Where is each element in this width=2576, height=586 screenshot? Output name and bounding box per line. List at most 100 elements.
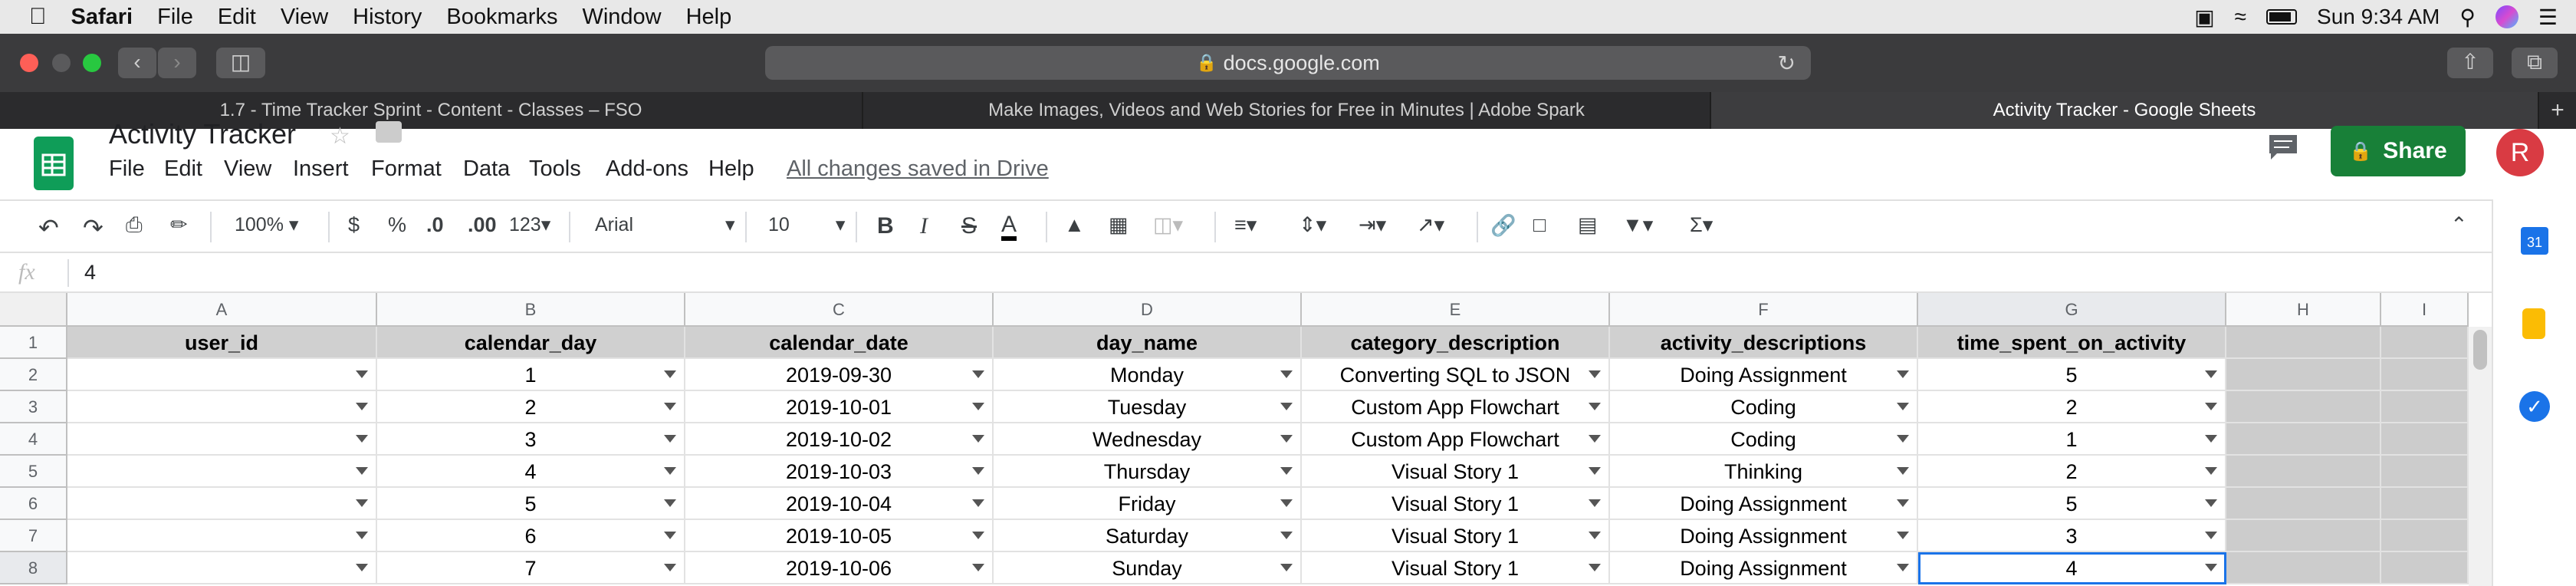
dropdown-arrow-icon[interactable]	[664, 370, 676, 378]
column-header-e[interactable]: E	[1302, 293, 1610, 327]
font-family-select[interactable]: Arial ▾	[595, 213, 735, 236]
data-cell[interactable]	[67, 552, 377, 584]
dropdown-arrow-icon[interactable]	[664, 532, 676, 539]
header-cell[interactable]: time_spent_on_activity	[1918, 327, 2226, 359]
data-cell[interactable]: Tuesday	[994, 391, 1302, 423]
column-header-h[interactable]: H	[2226, 293, 2381, 327]
data-cell[interactable]: 7	[377, 552, 685, 584]
dropdown-arrow-icon[interactable]	[1280, 435, 1293, 443]
data-cell[interactable]: 2019-10-04	[685, 488, 994, 520]
data-cell[interactable]: 4	[377, 456, 685, 488]
apple-icon[interactable]: 	[0, 0, 59, 34]
collapse-toolbar-icon[interactable]: ⌃	[2450, 213, 2468, 237]
data-cell[interactable]: Coding	[1610, 391, 1918, 423]
sheets-menu-addons[interactable]: Add-ons	[606, 156, 688, 182]
fullscreen-window-button[interactable]	[83, 54, 101, 72]
data-cell[interactable]: Visual Story 1	[1302, 552, 1610, 584]
dropdown-arrow-icon[interactable]	[1280, 564, 1293, 571]
dropdown-arrow-icon[interactable]	[1280, 403, 1293, 410]
data-cell[interactable]: 2	[377, 391, 685, 423]
data-cell[interactable]: 1	[1918, 423, 2226, 456]
dropdown-arrow-icon[interactable]	[2205, 532, 2217, 539]
header-cell[interactable]: calendar_day	[377, 327, 685, 359]
insert-link-icon[interactable]: 🔗	[1490, 213, 1516, 238]
data-cell[interactable]: 2019-10-01	[685, 391, 994, 423]
row-header-8[interactable]: 8	[0, 552, 67, 584]
share-button[interactable]: 🔒 Share	[2331, 126, 2466, 176]
grid-cell[interactable]	[2226, 359, 2381, 391]
column-header-b[interactable]: B	[377, 293, 685, 327]
calendar-icon[interactable]: 31	[2521, 227, 2548, 255]
grid-cell[interactable]	[2381, 456, 2469, 488]
data-cell[interactable]: 3	[377, 423, 685, 456]
grid-cell[interactable]	[2226, 391, 2381, 423]
comment-history-icon[interactable]	[2266, 132, 2300, 160]
menu-help[interactable]: Help	[674, 0, 744, 34]
dropdown-arrow-icon[interactable]	[664, 435, 676, 443]
dropdown-arrow-icon[interactable]	[1897, 532, 1909, 539]
data-cell[interactable]: 2	[1918, 456, 2226, 488]
dropdown-arrow-icon[interactable]	[1280, 370, 1293, 378]
insert-chart-icon[interactable]: ▤	[1578, 213, 1598, 237]
dropdown-arrow-icon[interactable]	[972, 467, 984, 475]
dropdown-arrow-icon[interactable]	[1897, 467, 1909, 475]
functions-icon[interactable]: Σ▾	[1690, 213, 1713, 237]
dropdown-arrow-icon[interactable]	[1897, 564, 1909, 571]
dropdown-arrow-icon[interactable]	[1589, 564, 1601, 571]
dropdown-arrow-icon[interactable]	[972, 370, 984, 378]
data-cell[interactable]: 2019-10-02	[685, 423, 994, 456]
grid-cell[interactable]	[2226, 456, 2381, 488]
sheets-menu-tools[interactable]: Tools	[529, 156, 581, 182]
dropdown-arrow-icon[interactable]	[664, 403, 676, 410]
menu-edit[interactable]: Edit	[205, 0, 268, 34]
header-cell[interactable]: calendar_date	[685, 327, 994, 359]
formula-input[interactable]: 4	[84, 261, 96, 285]
dropdown-arrow-icon[interactable]	[2205, 564, 2217, 571]
dropdown-arrow-icon[interactable]	[1589, 467, 1601, 475]
dropdown-arrow-icon[interactable]	[356, 564, 368, 571]
dropdown-arrow-icon[interactable]	[1589, 435, 1601, 443]
header-cell[interactable]: category_description	[1302, 327, 1610, 359]
dropdown-arrow-icon[interactable]	[1589, 532, 1601, 539]
more-formats-select[interactable]: 123▾	[509, 213, 550, 236]
data-cell[interactable]: Visual Story 1	[1302, 456, 1610, 488]
header-cell[interactable]: activity_descriptions	[1610, 327, 1918, 359]
zoom-select[interactable]: 100% ▾	[235, 213, 298, 236]
sidebar-toggle-button[interactable]: ◫	[216, 48, 265, 78]
redo-icon[interactable]: ↷	[83, 213, 104, 242]
column-header-f[interactable]: F	[1610, 293, 1918, 327]
dropdown-arrow-icon[interactable]	[972, 532, 984, 539]
dropdown-arrow-icon[interactable]	[356, 370, 368, 378]
scrollbar-thumb[interactable]	[2473, 330, 2487, 370]
menu-view[interactable]: View	[268, 0, 340, 34]
data-cell[interactable]	[67, 359, 377, 391]
data-cell[interactable]: Thursday	[994, 456, 1302, 488]
percent-format-button[interactable]: %	[388, 213, 406, 237]
column-header-g[interactable]: G	[1918, 293, 2226, 327]
text-wrapping-icon[interactable]: ⇥▾	[1359, 213, 1386, 237]
spotlight-search-icon[interactable]: ⚲	[2459, 5, 2476, 30]
select-all-corner[interactable]	[0, 293, 67, 327]
dropdown-arrow-icon[interactable]	[356, 403, 368, 410]
merge-cells-icon[interactable]: ◫▾	[1153, 213, 1183, 237]
data-cell[interactable]: 2	[1918, 391, 2226, 423]
dropdown-arrow-icon[interactable]	[356, 435, 368, 443]
data-cell[interactable]	[67, 391, 377, 423]
data-cell[interactable]	[67, 520, 377, 552]
currency-format-button[interactable]: $	[348, 213, 360, 237]
tasks-icon[interactable]: ✓	[2519, 391, 2550, 422]
sheets-menu-help[interactable]: Help	[708, 156, 754, 182]
data-cell[interactable]: Visual Story 1	[1302, 488, 1610, 520]
horizontal-align-icon[interactable]: ≡▾	[1234, 213, 1257, 237]
data-cell[interactable]: 5	[1918, 488, 2226, 520]
dropdown-arrow-icon[interactable]	[664, 467, 676, 475]
data-cell[interactable]: Sunday	[994, 552, 1302, 584]
data-cell[interactable]: Coding	[1610, 423, 1918, 456]
data-cell[interactable]: 5	[377, 488, 685, 520]
row-header-1[interactable]: 1	[0, 327, 67, 359]
data-cell[interactable]: Converting SQL to JSON	[1302, 359, 1610, 391]
borders-icon[interactable]: ▦	[1109, 213, 1129, 237]
data-cell[interactable]: Doing Assignment	[1610, 488, 1918, 520]
dropdown-arrow-icon[interactable]	[356, 499, 368, 507]
move-folder-icon[interactable]	[376, 121, 402, 143]
